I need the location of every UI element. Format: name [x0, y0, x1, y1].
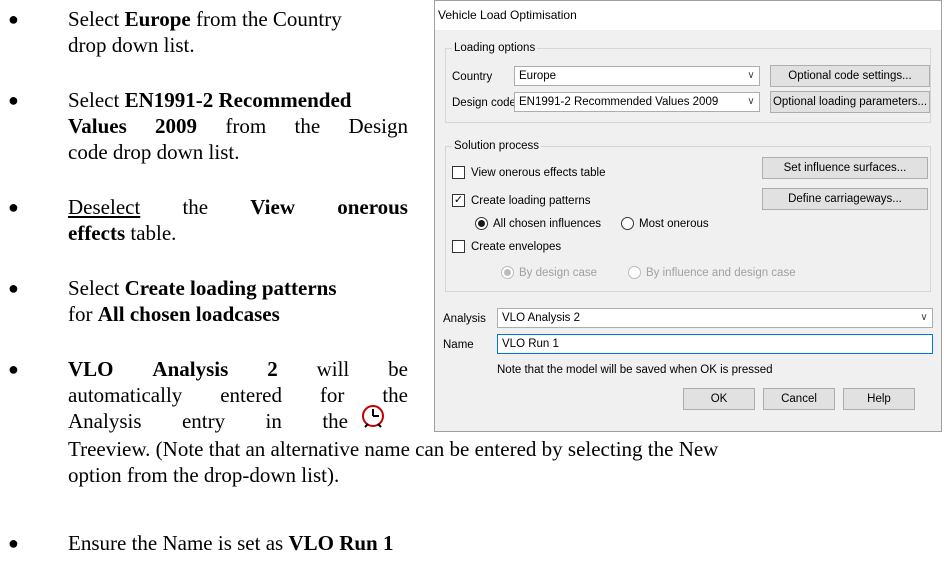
bullet-icon: ●	[8, 278, 19, 298]
by-design-case-label: By design case	[519, 267, 597, 279]
all-chosen-influences-radio[interactable]	[475, 217, 488, 230]
instruction-6: Ensure the Name is set as VLO Run 1	[68, 531, 394, 555]
by-influence-design-case-label: By influence and design case	[646, 267, 796, 279]
bullet-icon: ●	[8, 9, 19, 29]
dialog-title: Vehicle Load Optimisation	[435, 1, 941, 30]
by-influence-design-case-radio	[628, 266, 641, 279]
cancel-button[interactable]: Cancel	[763, 388, 835, 410]
view-onerous-checkbox[interactable]	[452, 166, 465, 179]
analysis-dropdown[interactable]: VLO Analysis 2 ∨	[497, 308, 933, 328]
instruction-5-line-3: Analysis entry in the	[68, 409, 348, 433]
country-dropdown[interactable]: Europe ∨	[514, 66, 760, 86]
loading-options-group: Loading options Country Europe ∨ Optiona…	[445, 41, 931, 123]
save-note: Note that the model will be saved when O…	[497, 364, 773, 376]
instruction-2-line-2: Values 2009 from the Design	[68, 114, 408, 138]
instruction-1-line-2: drop down list.	[68, 33, 195, 57]
create-envelopes-label[interactable]: Create envelopes	[471, 240, 561, 254]
instruction-2-line-3: code drop down list.	[68, 140, 240, 164]
country-label: Country	[452, 71, 493, 83]
bullet-icon: ●	[8, 90, 19, 110]
set-influence-surfaces-button[interactable]: Set influence surfaces...	[762, 157, 928, 179]
instruction-3-line-2: effects table.	[68, 221, 177, 245]
analysis-label: Analysis	[443, 313, 486, 325]
solution-process-title: Solution process	[452, 139, 542, 153]
view-onerous-label[interactable]: View onerous effects table	[471, 166, 605, 180]
design-code-dropdown[interactable]: EN1991-2 Recommended Values 2009 ∨	[514, 92, 760, 112]
instruction-5-line-5: option from the drop-down list).	[68, 463, 340, 487]
instruction-5-line-2: automatically entered for the	[68, 383, 408, 407]
clock-icon	[362, 405, 384, 428]
most-onerous-label[interactable]: Most onerous	[639, 217, 709, 231]
vehicle-load-optimisation-dialog: Vehicle Load Optimisation Loading option…	[434, 0, 942, 432]
optional-loading-parameters-button[interactable]: Optional loading parameters...	[770, 91, 930, 113]
bullet-icon: ●	[8, 359, 19, 379]
help-button[interactable]: Help	[843, 388, 915, 410]
instruction-5-line-1: VLO Analysis 2 will be	[68, 357, 408, 381]
chevron-down-icon: ∨	[747, 96, 755, 107]
instruction-4-line-2: for All chosen loadcases	[68, 302, 280, 326]
solution-process-group: Solution process View onerous effects ta…	[445, 139, 931, 292]
instruction-5-line-4: Treeview. (Note that an alternative name…	[68, 437, 719, 461]
most-onerous-radio[interactable]	[621, 217, 634, 230]
instruction-4-line-1: Select Create loading patterns	[68, 276, 337, 300]
instruction-1-line-1: Select Europe from the Country	[68, 7, 342, 31]
ok-button[interactable]: OK	[683, 388, 755, 410]
create-envelopes-checkbox[interactable]	[452, 240, 465, 253]
name-input[interactable]: VLO Run 1	[497, 334, 933, 354]
chevron-down-icon: ∨	[747, 70, 755, 81]
define-carriageways-button[interactable]: Define carriageways...	[762, 188, 928, 210]
loading-options-title: Loading options	[452, 41, 538, 55]
create-loading-patterns-label[interactable]: Create loading patterns	[471, 194, 591, 208]
create-loading-patterns-checkbox[interactable]: ✓	[452, 194, 465, 207]
country-value: Europe	[519, 70, 557, 82]
bullet-icon: ●	[8, 197, 19, 217]
optional-code-settings-button[interactable]: Optional code settings...	[770, 65, 930, 87]
instruction-2-line-1: Select EN1991-2 Recommended	[68, 88, 352, 112]
chevron-down-icon: ∨	[920, 312, 928, 323]
name-label: Name	[443, 339, 474, 351]
instruction-3-line-1: Deselect the View onerous	[68, 195, 408, 219]
by-design-case-radio	[501, 266, 514, 279]
analysis-value: VLO Analysis 2	[502, 312, 580, 324]
design-code-value: EN1991-2 Recommended Values 2009	[519, 96, 719, 108]
design-code-label: Design code	[452, 97, 516, 109]
bullet-icon: ●	[8, 533, 19, 553]
all-chosen-influences-label[interactable]: All chosen influences	[493, 217, 601, 231]
